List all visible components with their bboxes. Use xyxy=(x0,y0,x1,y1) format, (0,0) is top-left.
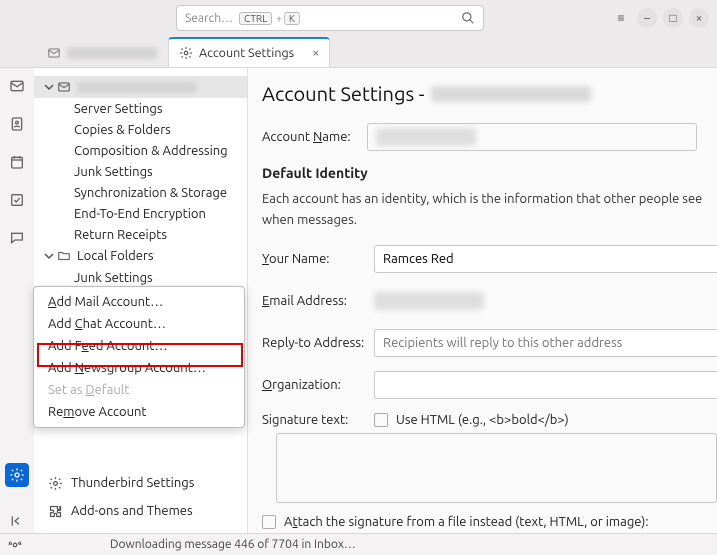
organization-input[interactable] xyxy=(374,371,717,399)
tab-label-blurred xyxy=(67,47,157,59)
email-value-blurred xyxy=(374,292,484,310)
rail-calendar[interactable] xyxy=(5,150,29,174)
mail-icon xyxy=(47,46,61,60)
kbd-k: K xyxy=(284,12,300,25)
organization-label: Organization: xyxy=(262,378,374,392)
chevron-down-icon xyxy=(44,251,54,261)
offline-icon[interactable] xyxy=(8,538,22,552)
signature-textarea[interactable] xyxy=(276,433,717,503)
attach-signature-checkbox[interactable]: Attach the signature from a file instead… xyxy=(262,515,717,529)
tree-e2e[interactable]: End-To-End Encryption xyxy=(34,203,247,224)
folder-icon xyxy=(57,249,71,263)
kbd-plus: + xyxy=(276,13,282,24)
reply-to-label: Reply-to Address: xyxy=(262,336,374,350)
default-identity-heading: Default Identity xyxy=(262,165,717,181)
rail-tasks[interactable] xyxy=(5,188,29,212)
account-name-blurred xyxy=(77,82,197,93)
gear-icon xyxy=(48,476,63,491)
your-name-input[interactable] xyxy=(374,245,717,273)
account-actions-popup: Add Mail Account… Add Chat Account… Add … xyxy=(33,286,245,428)
global-search-input[interactable]: Search… CTRL + K xyxy=(176,5,484,31)
puzzle-icon xyxy=(48,504,63,519)
checkbox-icon xyxy=(374,413,388,427)
tree-composition[interactable]: Composition & Addressing xyxy=(34,140,247,161)
identity-description: Each account has an identity, which is t… xyxy=(262,189,717,231)
account-name-input[interactable] xyxy=(367,123,697,151)
menu-add-mail-account[interactable]: Add Mail Account… xyxy=(34,291,244,313)
menu-set-as-default: Set as Default xyxy=(34,379,244,401)
thunderbird-settings-link[interactable]: Thunderbird Settings xyxy=(34,469,247,497)
addons-themes-link[interactable]: Add-ons and Themes xyxy=(34,497,247,525)
tree-sync[interactable]: Synchronization & Storage xyxy=(34,182,247,203)
menu-add-chat-account[interactable]: Add Chat Account… xyxy=(34,313,244,335)
maximize-button[interactable]: □ xyxy=(663,8,683,28)
app-menu-button[interactable]: ≡ xyxy=(611,8,631,28)
account-email-blurred xyxy=(431,86,591,102)
tab-inbox[interactable] xyxy=(36,37,168,67)
kbd-ctrl: CTRL xyxy=(239,12,272,25)
chevron-down-icon xyxy=(44,82,54,92)
mail-icon xyxy=(57,80,71,94)
tree-server-settings[interactable]: Server Settings xyxy=(34,98,247,119)
rail-chat[interactable] xyxy=(5,226,29,250)
tree-account-root[interactable] xyxy=(34,76,247,98)
gear-icon xyxy=(179,46,193,60)
rail-mail[interactable] xyxy=(5,74,29,98)
minimize-button[interactable]: – xyxy=(637,8,657,28)
signature-text-label: Signature text: xyxy=(262,413,374,427)
tab-label: Account Settings xyxy=(199,46,294,60)
menu-add-feed-account[interactable]: Add Feed Account… xyxy=(34,335,244,357)
tree-local-folders[interactable]: Local Folders xyxy=(34,245,247,267)
tree-local-junk[interactable]: Junk Settings xyxy=(34,267,247,288)
close-window-button[interactable]: × xyxy=(689,8,709,28)
menu-add-newsgroup-account[interactable]: Add Newsgroup Account… xyxy=(34,357,244,379)
rail-address-book[interactable] xyxy=(5,112,29,136)
search-icon xyxy=(461,11,475,25)
email-input[interactable] xyxy=(374,287,717,315)
email-label: Email Address: xyxy=(262,294,374,308)
rail-settings[interactable] xyxy=(5,463,29,487)
tab-account-settings[interactable]: Account Settings × xyxy=(168,37,330,67)
close-tab-icon[interactable]: × xyxy=(312,46,319,60)
tree-return-receipts[interactable]: Return Receipts xyxy=(34,224,247,245)
tree-junk[interactable]: Junk Settings xyxy=(34,161,247,182)
page-title: Account Settings - xyxy=(262,82,717,105)
account-name-value-blurred xyxy=(376,128,476,146)
menu-remove-account[interactable]: Remove Account xyxy=(34,401,244,423)
checkbox-icon xyxy=(262,515,276,529)
status-text: Downloading message 446 of 7704 in Inbox… xyxy=(110,538,356,551)
rail-collapse[interactable] xyxy=(5,509,29,533)
search-placeholder: Search… xyxy=(185,12,233,25)
tree-copies-folders[interactable]: Copies & Folders xyxy=(34,119,247,140)
reply-to-input[interactable] xyxy=(374,329,717,357)
account-name-label: Account Name: xyxy=(262,130,367,144)
use-html-checkbox[interactable]: Use HTML (e.g., <b>bold</b>) xyxy=(374,413,569,427)
your-name-label: Your Name: xyxy=(262,252,374,266)
